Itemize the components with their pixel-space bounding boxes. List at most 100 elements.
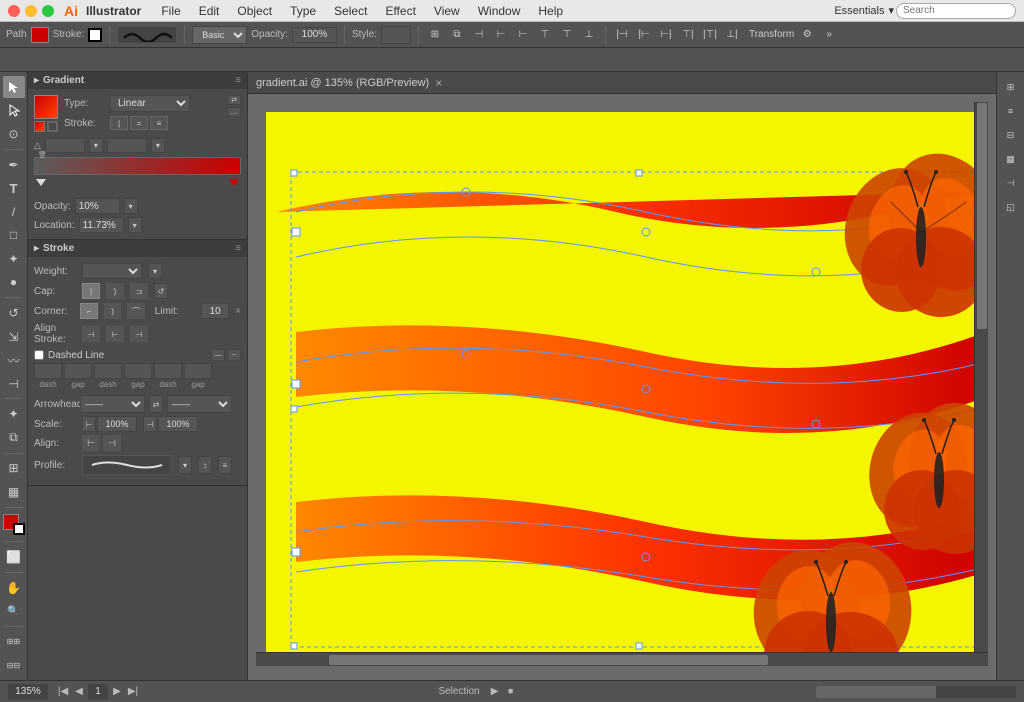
gradient-panel-menu[interactable]: ≡ [235, 75, 241, 86]
right-tool-3[interactable]: ⊟ [1000, 124, 1022, 146]
corner-bevel[interactable]: ⌒ [127, 303, 144, 319]
menu-window[interactable]: Window [470, 2, 529, 20]
align-bottom-icon[interactable]: ⊥ [580, 26, 598, 44]
distribute-bottom-icon[interactable]: ⊥| [723, 26, 741, 44]
dash-option-1[interactable]: — [211, 349, 225, 361]
right-tool-6[interactable]: ◱ [1000, 196, 1022, 218]
align-center-stroke[interactable]: ⊣ [82, 326, 100, 342]
menu-effect[interactable]: Effect [377, 2, 423, 20]
aspect-input[interactable] [107, 138, 147, 153]
stroke-panel-header[interactable]: ▸ Stroke ≡ [28, 240, 247, 257]
right-tool-5[interactable]: ⊣ [1000, 172, 1022, 194]
scale-start-input[interactable] [97, 416, 137, 432]
menu-object[interactable]: Object [229, 2, 280, 20]
align-outside-stroke[interactable]: ⊣ [130, 326, 148, 342]
gradient-stop-right[interactable] [229, 179, 239, 186]
dashed-line-checkbox[interactable] [34, 350, 44, 360]
vertical-scrollbar[interactable] [974, 102, 988, 666]
scale-end-input[interactable] [158, 416, 198, 432]
stroke-style-preview[interactable] [117, 26, 177, 44]
tool-shape[interactable]: □ [3, 224, 25, 246]
gradient-swatch[interactable] [34, 95, 58, 119]
tool-eyedropper[interactable]: ✦ [3, 403, 25, 425]
gradient-reverse-btn[interactable]: ⇄ [227, 95, 241, 105]
opacity-input[interactable] [292, 27, 337, 43]
right-tool-2[interactable]: ≡ [1000, 100, 1022, 122]
arrowhead-start-select[interactable]: —— [80, 395, 145, 413]
distribute-center-icon[interactable]: |⊢ [635, 26, 653, 44]
aspect-arrow[interactable]: ▾ [151, 138, 165, 153]
tool-brush[interactable]: ✦ [3, 248, 25, 270]
right-tool-4[interactable]: ▦ [1000, 148, 1022, 170]
opacity-arrow[interactable]: ▾ [124, 198, 138, 214]
align-left-icon[interactable]: ⊣ [470, 26, 488, 44]
tool-grid-1[interactable]: ⊞⊞ [3, 631, 25, 653]
maximize-button[interactable] [42, 5, 54, 17]
canvas-area[interactable] [256, 102, 988, 666]
distribute-left-icon[interactable]: |⊣ [613, 26, 631, 44]
tool-width[interactable]: ⊣ [3, 373, 25, 395]
align-inside-icon[interactable]: ⊣ [103, 435, 121, 451]
close-button[interactable] [8, 5, 20, 17]
envelope-icon[interactable]: ⊞ [426, 26, 444, 44]
dash-3[interactable] [154, 363, 182, 379]
refresh-btn[interactable]: ↺ [154, 283, 168, 299]
align-center-icon[interactable]: ⊢ [492, 26, 510, 44]
align-extend-icon[interactable]: ⊢ [82, 435, 100, 451]
tool-blend[interactable]: ⧉ [3, 427, 25, 449]
gradient-stop-left[interactable] [36, 179, 46, 186]
page-first-btn[interactable]: |◀ [56, 685, 70, 699]
arrowhead-end-select[interactable]: —— [167, 395, 232, 413]
gradient-bar[interactable] [34, 157, 241, 175]
menu-edit[interactable]: Edit [191, 2, 228, 20]
page-prev-btn[interactable]: ◀ [72, 685, 86, 699]
opacity-value-input[interactable] [75, 198, 120, 214]
angle-input[interactable] [45, 138, 85, 153]
tool-zoom[interactable]: 🔍 [3, 600, 25, 622]
menu-help[interactable]: Help [530, 2, 571, 20]
dash-1[interactable] [34, 363, 62, 379]
minimize-button[interactable] [25, 5, 37, 17]
tool-magic-wand[interactable]: ⊙ [3, 123, 25, 145]
distribute-top-icon[interactable]: ⊤| [679, 26, 697, 44]
stroke-color[interactable] [13, 523, 25, 535]
tool-color-swatches[interactable] [3, 514, 25, 536]
align-inside-stroke[interactable]: ⊢ [106, 326, 124, 342]
tool-graph[interactable]: ▦ [3, 481, 25, 503]
essentials-dropdown[interactable]: Essentials ▾ [834, 4, 894, 17]
gap-2[interactable] [124, 363, 152, 379]
tool-hand[interactable]: ✋ [3, 577, 25, 599]
page-next-btn[interactable]: ▶ [110, 685, 124, 699]
stroke-swatch[interactable] [88, 28, 102, 42]
search-input[interactable] [896, 3, 1016, 19]
tool-artboard[interactable]: ⬜ [3, 546, 25, 568]
tool-line[interactable]: / [3, 201, 25, 223]
menu-type[interactable]: Type [282, 2, 324, 20]
arrowhead-swap-btn[interactable]: ⇄ [149, 395, 163, 413]
page-last-btn[interactable]: ▶| [126, 685, 140, 699]
tool-selection[interactable] [3, 76, 25, 98]
profile-dropdown-arrow[interactable]: ▾ [178, 456, 192, 474]
stroke-profile-select[interactable]: Basic [192, 26, 247, 44]
cap-square[interactable]: ⊐ [130, 283, 148, 299]
style-swatch[interactable] [381, 26, 411, 44]
gradient-panel-header[interactable]: ▸ Gradient ≡ [28, 72, 247, 89]
gradient-fill-icon[interactable] [34, 121, 45, 132]
gradient-type-select[interactable]: Linear Radial [110, 95, 190, 112]
dash-option-2[interactable]: -- [227, 349, 241, 361]
menu-file[interactable]: File [153, 2, 188, 20]
location-arrow[interactable]: ▾ [128, 217, 142, 233]
tool-warp[interactable]: 〰 [3, 349, 25, 371]
cap-round[interactable]: ) [106, 283, 124, 299]
tool-text[interactable]: T [3, 177, 25, 199]
corner-round[interactable]: ) [104, 303, 121, 319]
tool-blob-brush[interactable]: ● [3, 272, 25, 294]
tool-rotate[interactable]: ↺ [3, 302, 25, 324]
gradient-stroke-icon[interactable] [47, 121, 58, 132]
limit-input[interactable] [201, 303, 229, 319]
tool-pen[interactable]: ✒ [3, 154, 25, 176]
horizontal-scrollbar[interactable] [256, 652, 988, 666]
fill-swatch[interactable] [31, 27, 49, 43]
weight-select[interactable] [82, 263, 142, 279]
cap-butt[interactable]: | [82, 283, 100, 299]
